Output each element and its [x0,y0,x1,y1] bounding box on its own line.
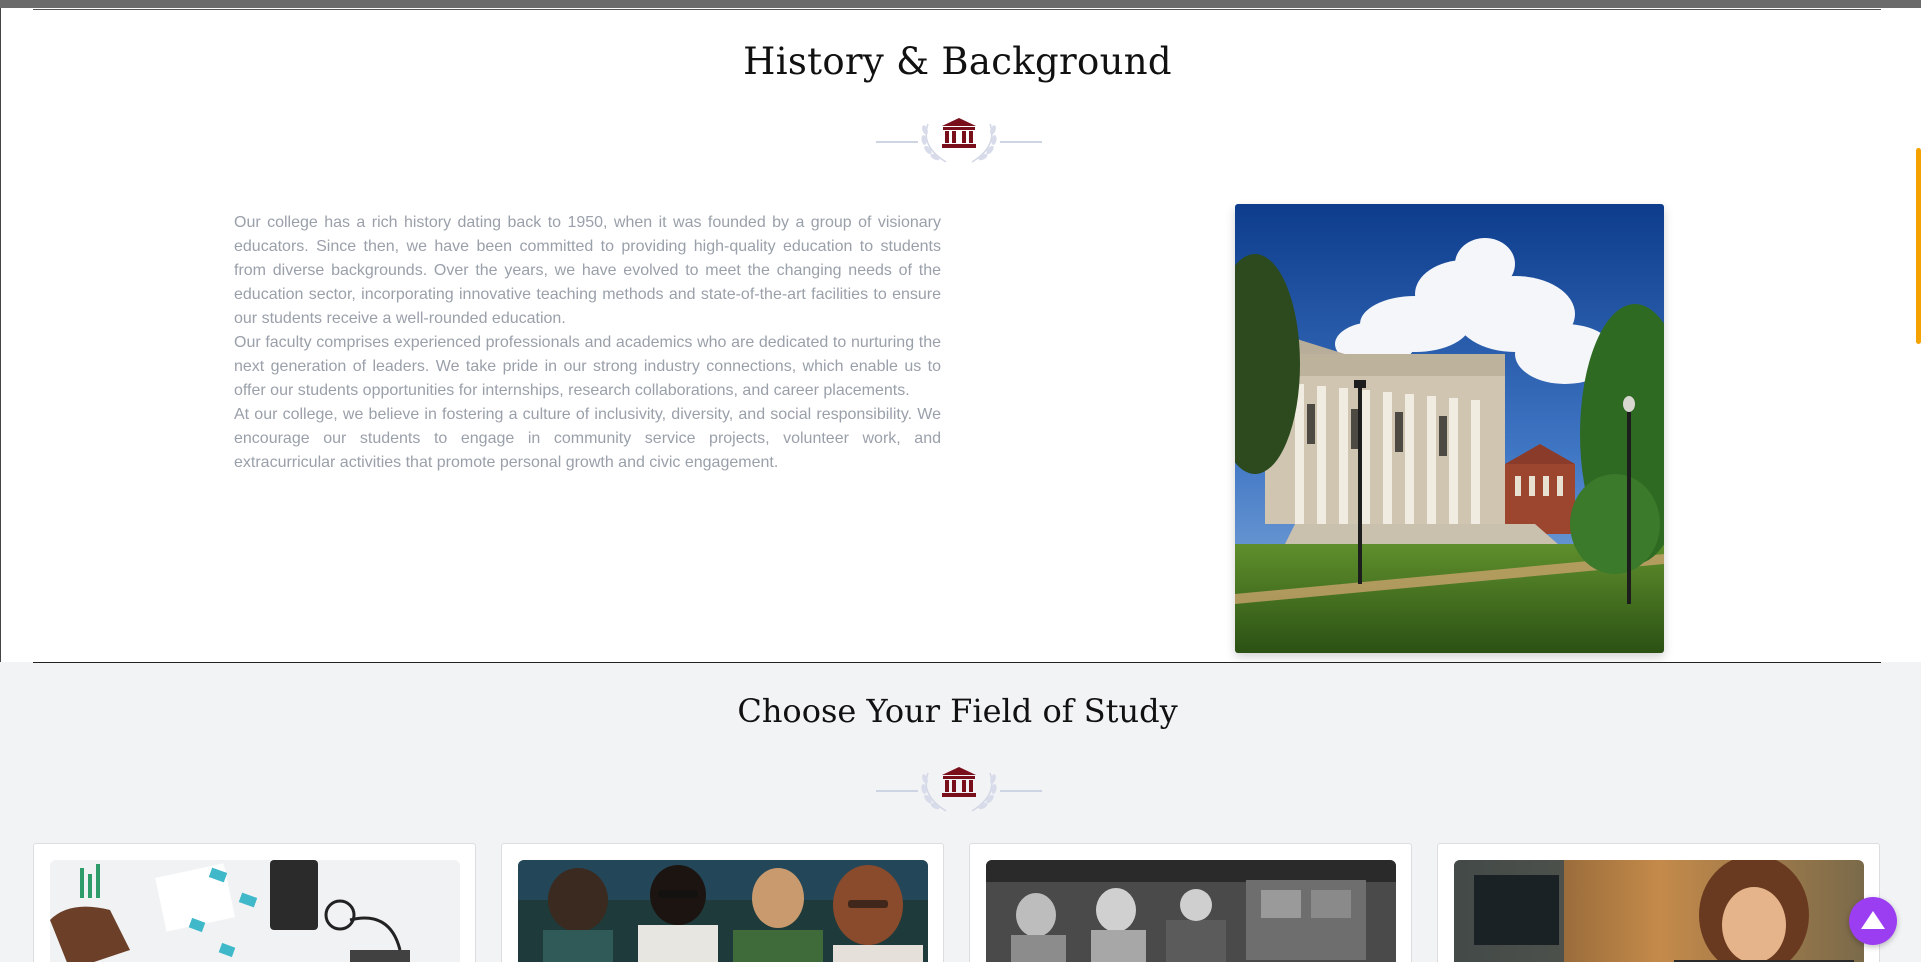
back-to-top-button[interactable] [1849,897,1897,945]
field-card-business[interactable] [33,843,476,962]
field-card-medicine[interactable] [969,843,1412,962]
page: History & Background Our college has a r… [0,0,1921,962]
fields-divider [876,761,1042,817]
scrollbar[interactable] [1913,0,1921,962]
laurel-ornament [876,767,1042,812]
history-paragraph: Our college has a rich history dating ba… [234,214,941,327]
field-card-image[interactable] [1454,860,1864,962]
history-title: History & Background [743,40,1172,83]
triangle-up-icon [1861,911,1885,929]
top-strip [0,0,1921,8]
field-card-image[interactable] [518,860,928,962]
section-divider-line [33,662,1881,663]
left-border [0,8,1,662]
laurel-ornament [876,118,1042,163]
history-text: Our college has a rich history dating ba… [234,211,941,475]
field-card-technology[interactable] [1437,843,1880,962]
campus-building-photo [1235,204,1664,653]
field-card-image[interactable] [986,860,1396,962]
institution-icon [942,767,976,797]
scrollbar-thumb[interactable] [1916,148,1921,344]
history-paragraph: At our college, we believe in fostering … [234,406,941,471]
history-divider [876,112,1042,168]
field-card-image[interactable] [50,860,460,962]
fields-title: Choose Your Field of Study [737,692,1178,730]
field-card-science[interactable] [501,843,944,962]
institution-icon [942,118,976,148]
history-paragraph: Our faculty comprises experienced profes… [234,334,941,399]
top-divider-line [33,9,1881,10]
